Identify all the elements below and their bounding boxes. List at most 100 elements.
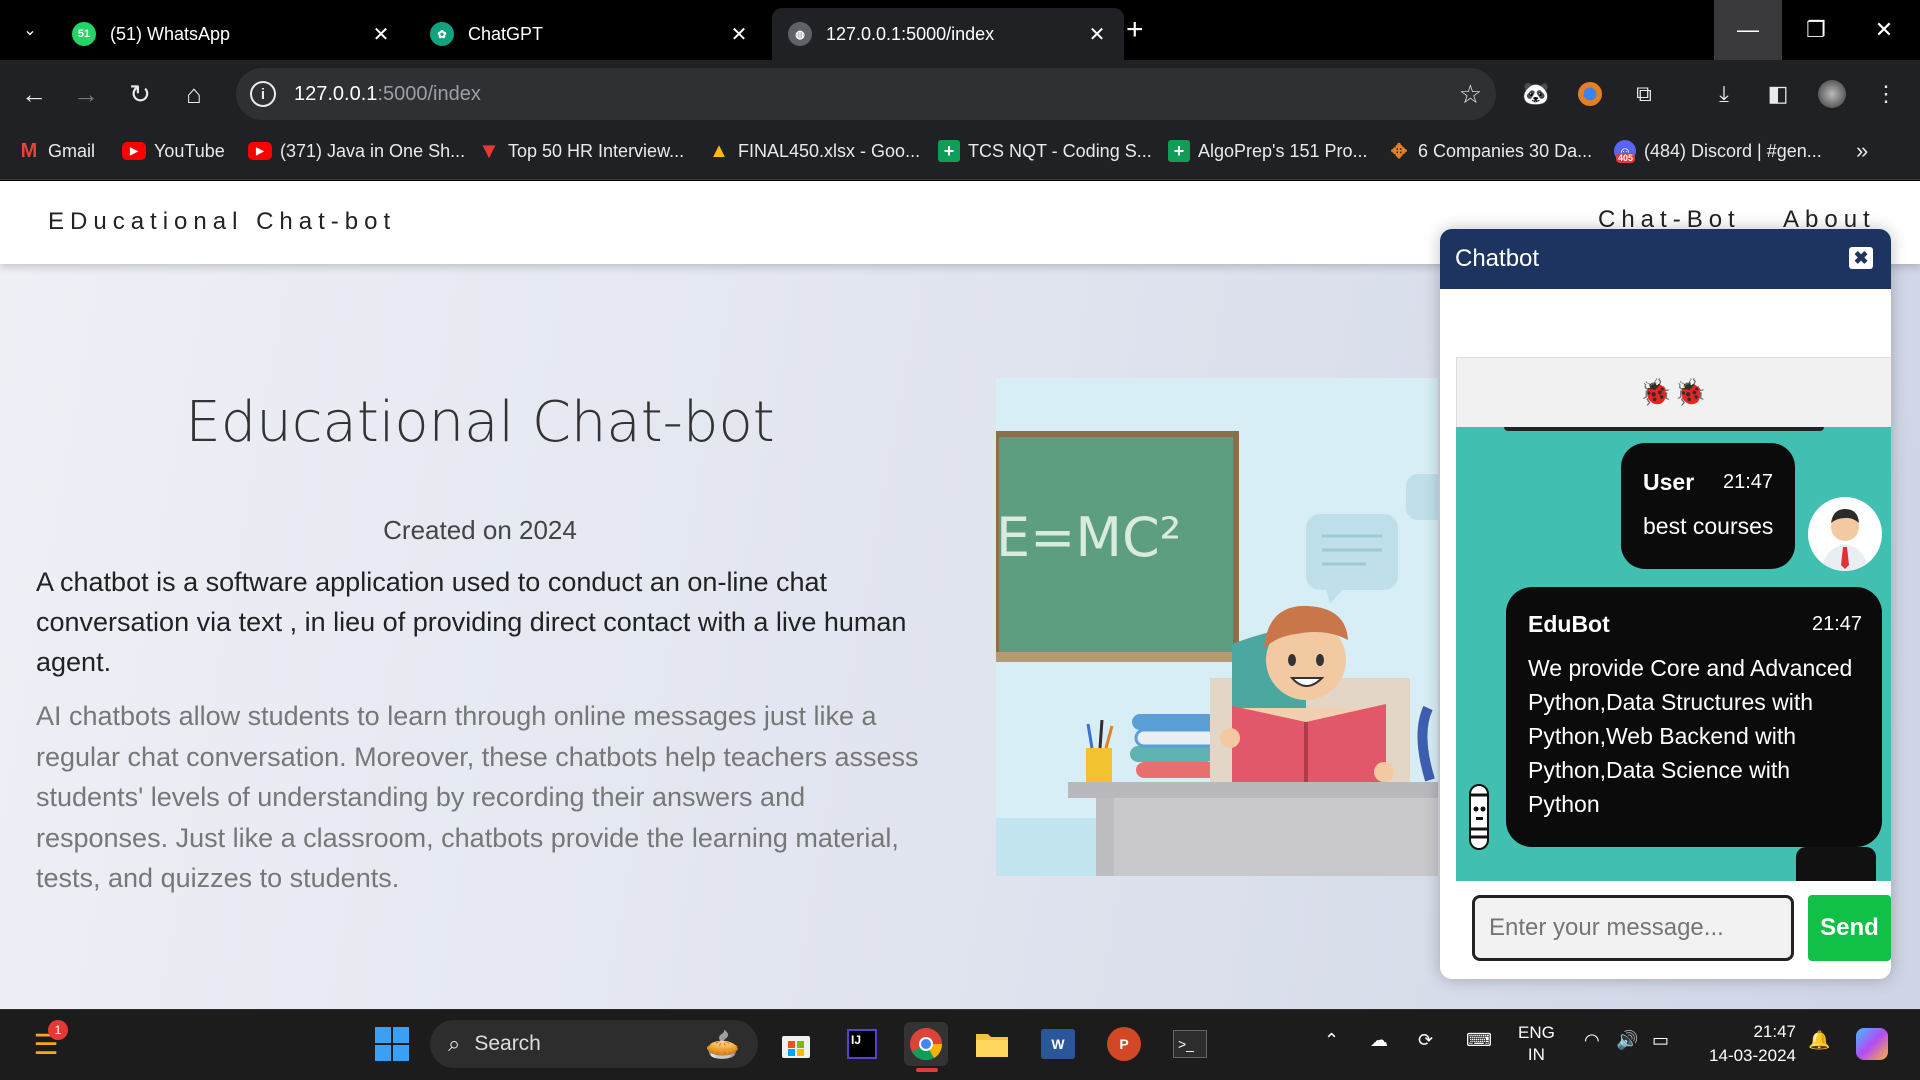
extension-circle-icon[interactable] — [1572, 76, 1608, 112]
bookmark-discord[interactable]: ☺ 405 (484) Discord | #gen... — [1614, 136, 1822, 166]
chatbot-subheader: 🐞🐞 — [1456, 357, 1891, 427]
chatbot-widget: Chatbot ✖ 🐞🐞 User 21:47 best courses Edu… — [1440, 229, 1891, 979]
puzzle-icon: ✥ — [1390, 140, 1408, 163]
user-message: User 21:47 best courses — [1621, 443, 1795, 569]
tab-title: ChatGPT — [468, 23, 544, 44]
message-text: We provide Core and Advanced Python,Data… — [1528, 655, 1853, 817]
taskbar-search[interactable]: ⌕ Search 🥧 — [430, 1020, 758, 1068]
wifi-icon[interactable]: ◠ — [1584, 1030, 1600, 1051]
more-bookmarks-icon[interactable]: » — [1856, 136, 1868, 166]
message-sender: EduBot — [1528, 611, 1610, 637]
downloads-icon[interactable]: ⤓ — [1706, 76, 1742, 112]
url-host: 127.0.0.1 — [294, 82, 378, 105]
bookmark-final450[interactable]: ▲ FINAL450.xlsx - Goo... — [708, 136, 920, 166]
onedrive-error-icon[interactable]: ☁ — [1370, 1030, 1388, 1051]
reload-icon[interactable]: ↻ — [120, 74, 160, 114]
close-tab-icon[interactable]: ✕ — [1086, 22, 1108, 47]
close-window-icon[interactable]: ✕ — [1850, 0, 1918, 60]
bookmark-label: FINAL450.xlsx - Goo... — [738, 140, 921, 161]
back-icon[interactable]: ← — [14, 74, 54, 114]
widgets-badge: 1 — [48, 1020, 68, 1040]
microsoft-store-icon[interactable] — [774, 1022, 818, 1066]
tab-whatsapp[interactable]: 51 (51) WhatsApp ✕ — [56, 8, 408, 60]
chat-message-input[interactable] — [1472, 895, 1794, 961]
discord-badge: 405 — [1616, 153, 1636, 163]
bookmark-gmail[interactable]: M Gmail — [18, 136, 95, 166]
url-path: :5000/index — [377, 82, 481, 105]
show-hidden-icons-chevron-icon[interactable]: ⌃ — [1324, 1030, 1339, 1051]
bookmark-label: (371) Java in One Sh... — [280, 140, 466, 161]
bookmark-star-icon[interactable]: ☆ — [1459, 79, 1482, 110]
site-brand[interactable]: EDucational Chat-bot — [48, 208, 396, 236]
close-tab-icon[interactable]: ✕ — [728, 22, 750, 47]
extensions-puzzle-icon[interactable]: ⧉ — [1626, 76, 1662, 112]
word-icon[interactable]: W — [1036, 1022, 1080, 1066]
board-formula: E=MC² — [996, 506, 1181, 569]
search-highlight-pie-icon: 🥧 — [705, 1028, 740, 1060]
robot-icon — [1469, 784, 1489, 850]
bookmark-java-video[interactable]: ▶ (371) Java in One Sh... — [248, 136, 465, 166]
bookmark-label: TCS NQT - Coding S... — [968, 140, 1152, 161]
tab-title: (51) WhatsApp — [110, 23, 231, 44]
bookmark-6-companies[interactable]: ✥ 6 Companies 30 Da... — [1388, 136, 1592, 166]
sheets-icon: + — [938, 140, 960, 162]
bookmark-tcs-nqt[interactable]: + TCS NQT - Coding S... — [938, 136, 1152, 166]
chrome-icon[interactable] — [904, 1022, 948, 1066]
youtube-icon: ▶ — [122, 142, 146, 160]
bookmark-algoprep[interactable]: + AlgoPrep's 151 Pro... — [1168, 136, 1368, 166]
intellij-icon[interactable]: IJ — [840, 1022, 884, 1066]
sheets-icon: + — [1168, 140, 1190, 162]
keyboard-icon[interactable]: ⌨ — [1466, 1030, 1492, 1051]
close-chat-icon[interactable]: ✖ — [1849, 247, 1873, 269]
user-avatar — [1808, 497, 1882, 571]
menu-kebab-icon[interactable]: ⋮ — [1868, 76, 1904, 112]
chatgpt-icon: ✿ — [430, 22, 454, 46]
start-windows-icon[interactable] — [370, 1022, 414, 1066]
bookmark-hr-interview[interactable]: ▼ Top 50 HR Interview... — [478, 136, 684, 166]
classroom-illustration-svg: E=MC² — [996, 378, 1438, 876]
bookmark-label: YouTube — [154, 140, 225, 161]
triangle-icon: ▼ — [478, 138, 500, 163]
notifications-bell-icon[interactable]: 🔔 — [1808, 1030, 1830, 1051]
site-info-icon[interactable]: i — [250, 81, 276, 107]
whatsapp-icon: 51 — [72, 22, 96, 46]
chatbot-title: Chatbot — [1455, 245, 1540, 272]
new-tab-icon[interactable]: + — [1126, 14, 1144, 46]
tab-search-chevron-icon[interactable]: ⌄ — [12, 14, 48, 46]
hero-title: Educational Chat-bot — [185, 390, 775, 455]
minimize-icon[interactable]: — — [1714, 0, 1782, 60]
chat-messages[interactable]: User 21:47 best courses EduBot 21:47 We … — [1456, 427, 1891, 881]
home-icon[interactable]: ⌂ — [174, 74, 214, 114]
send-button[interactable]: Send — [1808, 895, 1891, 961]
bookmark-youtube[interactable]: ▶ YouTube — [122, 136, 225, 166]
copilot-icon[interactable] — [1850, 1022, 1894, 1066]
volume-icon[interactable]: 🔊 — [1616, 1030, 1638, 1051]
battery-icon[interactable]: ▭ — [1652, 1030, 1669, 1051]
address-bar[interactable]: i 127.0.0.1 :5000/index ☆ — [236, 68, 1496, 120]
widgets-icon[interactable]: ☰ 1 — [24, 1020, 68, 1066]
forward-icon[interactable]: → — [66, 74, 106, 114]
discord-icon: ☺ 405 — [1614, 140, 1636, 163]
gmail-icon: M — [20, 139, 38, 162]
hero-date: Created on 2024 — [383, 515, 577, 545]
side-panel-icon[interactable]: ◧ — [1760, 76, 1796, 112]
profile-avatar-icon[interactable] — [1814, 76, 1850, 112]
language-indicator[interactable]: ENG IN — [1518, 1022, 1555, 1066]
extension-panda-icon[interactable]: 🐼 — [1518, 76, 1554, 112]
message-text: best courses — [1643, 513, 1774, 539]
powerpoint-icon[interactable]: P — [1102, 1022, 1146, 1066]
tab-localhost[interactable]: ◍ 127.0.0.1:5000/index ✕ — [772, 8, 1124, 60]
tab-title: 127.0.0.1:5000/index — [826, 23, 995, 44]
sync-icon[interactable]: ⟳ — [1418, 1030, 1433, 1051]
restore-icon[interactable]: ❐ — [1782, 0, 1850, 60]
bookmark-label: AlgoPrep's 151 Pro... — [1198, 140, 1368, 161]
clock[interactable]: 21:47 14-03-2024 — [1700, 1020, 1796, 1068]
tab-chatgpt[interactable]: ✿ ChatGPT ✕ — [414, 8, 766, 60]
terminal-icon[interactable]: >_ — [1168, 1022, 1212, 1066]
details-paragraph: AI chatbots allow students to learn thro… — [36, 701, 919, 893]
bookmark-label: Top 50 HR Interview... — [508, 140, 685, 161]
bug-icons: 🐞🐞 — [1639, 377, 1709, 407]
chatbot-header: Chatbot — [1440, 229, 1891, 289]
close-tab-icon[interactable]: ✕ — [370, 22, 392, 47]
file-explorer-icon[interactable] — [970, 1022, 1014, 1066]
